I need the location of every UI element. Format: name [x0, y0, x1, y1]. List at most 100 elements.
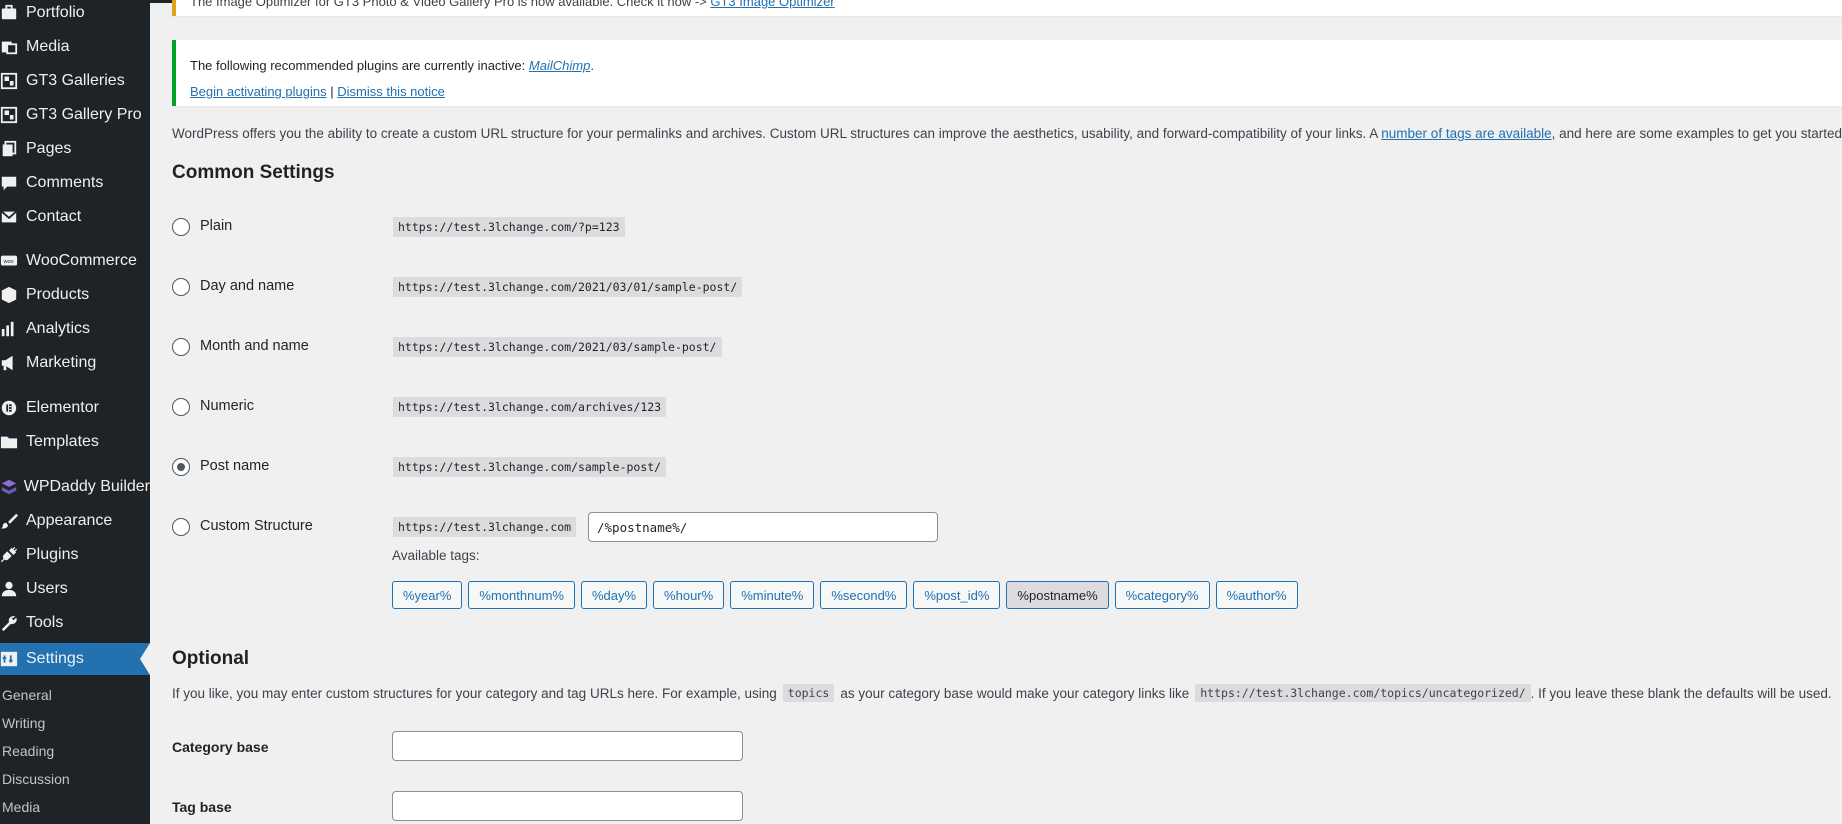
tag-monthnum[interactable]: %monthnum%	[468, 581, 575, 609]
numeric-label: Numeric	[200, 398, 254, 414]
optional-desc-after: . If you leave these blank the defaults …	[1530, 685, 1832, 701]
month-name-radio[interactable]	[172, 338, 190, 356]
sidebar-item-analytics[interactable]: Analytics	[0, 314, 150, 344]
begin-activating-link[interactable]: Begin activating plugins	[190, 84, 327, 99]
optional-desc-mid: as your category base would make your ca…	[840, 685, 1190, 701]
sidebar-item-comments[interactable]: Comments	[0, 168, 150, 198]
permalink-option-custom[interactable]: Custom Structure	[172, 512, 313, 542]
tag-post-id[interactable]: %post_id%	[913, 581, 1001, 609]
plain-radio[interactable]	[172, 218, 190, 236]
media-icon	[0, 32, 26, 62]
woo-icon: woo	[0, 246, 26, 276]
post-name-label: Post name	[200, 458, 270, 474]
sidebar-item-label: Settings	[26, 650, 84, 667]
optional-heading: Optional	[172, 648, 250, 669]
settings-icon	[0, 644, 26, 674]
sidebar-item-label: Plugins	[26, 546, 79, 563]
submenu-media[interactable]: Media	[0, 793, 152, 821]
permalink-option-day-name[interactable]: Day and name	[172, 272, 294, 302]
tag-hour[interactable]: %hour%	[653, 581, 725, 609]
portfolio-icon	[0, 0, 26, 28]
sidebar-item-label: Pages	[26, 140, 72, 157]
tag-postname[interactable]: %postname%	[1006, 581, 1109, 609]
sidebar-item-appearance[interactable]: Appearance	[0, 506, 150, 536]
inactive-notice-text: The following recommended plugins are cu…	[190, 58, 526, 73]
category-base-input[interactable]	[392, 731, 743, 761]
comments-icon	[0, 168, 26, 198]
topics-code: topics	[782, 684, 835, 702]
dismiss-notice-link[interactable]: Dismiss this notice	[337, 84, 445, 99]
sidebar-item-label: Comments	[26, 174, 104, 191]
sidebar-item-label: Tools	[26, 614, 64, 631]
optional-desc-text: If you like, you may enter custom struct…	[172, 685, 777, 701]
post-name-radio[interactable]	[172, 458, 190, 476]
sidebar-item-label: GT3 Galleries	[26, 72, 125, 89]
notice-separator: |	[330, 84, 334, 99]
sidebar-item-templates[interactable]: Templates	[0, 427, 150, 457]
sidebar-item-portfolio[interactable]: Portfolio	[0, 0, 150, 28]
optimizer-link[interactable]: GT3 Image Optimizer	[710, 0, 834, 9]
sidebar-item-users[interactable]: Users	[0, 574, 150, 604]
tag-minute[interactable]: %minute%	[730, 581, 815, 609]
sidebar-item-gt3-galleries[interactable]: GT3 Galleries	[0, 66, 150, 96]
inactive-plugins-notice: The following recommended plugins are cu…	[172, 40, 1842, 106]
intro-text-after: , and here are some examples to get you …	[1551, 126, 1842, 141]
optimizer-notice: The Image Optimizer for GT3 Photo & Vide…	[172, 0, 1842, 16]
available-tags-link[interactable]: number of tags are available	[1381, 126, 1551, 141]
sidebar-item-label: Elementor	[26, 399, 99, 416]
submenu-writing[interactable]: Writing	[0, 709, 152, 737]
optimizer-notice-text: The Image Optimizer for GT3 Photo & Vide…	[190, 0, 707, 9]
sidebar-item-woocommerce[interactable]: woo WooCommerce	[0, 246, 150, 276]
sidebar-item-label: GT3 Gallery Pro	[26, 106, 142, 123]
numeric-radio[interactable]	[172, 398, 190, 416]
category-base-label: Category base	[172, 739, 269, 755]
sidebar-item-pages[interactable]: Pages	[0, 134, 150, 164]
builder-icon	[0, 472, 24, 502]
permalinks-intro: WordPress offers you the ability to crea…	[172, 126, 1842, 141]
sidebar-item-label: Appearance	[26, 512, 113, 529]
sidebar-item-wpdaddy-builder[interactable]: WPDaddy Builder	[0, 472, 150, 502]
custom-base-url: https://test.3lchange.com	[393, 517, 577, 537]
sidebar-item-contact[interactable]: Contact	[0, 202, 150, 232]
available-tags-label: Available tags:	[392, 548, 480, 563]
sidebar-item-plugins[interactable]: Plugins	[0, 540, 150, 570]
elementor-icon	[0, 393, 26, 423]
sidebar-item-tools[interactable]: Tools	[0, 608, 150, 638]
folder-icon	[0, 427, 26, 457]
sidebar-item-settings[interactable]: Settings	[0, 643, 150, 675]
plug-icon	[0, 540, 26, 570]
tag-category[interactable]: %category%	[1114, 581, 1210, 609]
permalink-option-month-name[interactable]: Month and name	[172, 332, 309, 362]
tag-second[interactable]: %second%	[820, 581, 908, 609]
permalink-option-numeric[interactable]: Numeric	[172, 392, 254, 422]
sidebar-item-products[interactable]: Products	[0, 280, 150, 310]
sidebar-item-label: Media	[26, 38, 70, 55]
products-icon	[0, 280, 26, 310]
plain-label: Plain	[200, 218, 233, 234]
sidebar-item-media[interactable]: Media	[0, 32, 150, 62]
brush-icon	[0, 506, 26, 536]
sidebar-item-elementor[interactable]: Elementor	[0, 393, 150, 423]
tag-base-label: Tag base	[172, 799, 232, 815]
submenu-general[interactable]: General	[0, 681, 152, 709]
day-name-radio[interactable]	[172, 278, 190, 296]
active-menu-arrow	[140, 643, 150, 675]
sidebar-item-label: Templates	[26, 433, 99, 450]
mail-icon	[0, 202, 26, 232]
submenu-discussion[interactable]: Discussion	[0, 765, 152, 793]
tag-year[interactable]: %year%	[392, 581, 463, 609]
tag-base-input[interactable]	[392, 791, 743, 821]
permalink-option-post-name[interactable]: Post name	[172, 452, 269, 482]
custom-structure-input[interactable]: /%postname%/	[588, 512, 938, 542]
sidebar-item-marketing[interactable]: Marketing	[0, 348, 150, 378]
submenu-reading[interactable]: Reading	[0, 737, 152, 765]
users-icon	[0, 574, 26, 604]
custom-label: Custom Structure	[200, 518, 313, 534]
analytics-icon	[0, 314, 26, 344]
mailchimp-link[interactable]: MailChimp	[529, 58, 590, 73]
permalink-option-plain[interactable]: Plain	[172, 212, 232, 242]
custom-radio[interactable]	[172, 518, 190, 536]
tag-author[interactable]: %author%	[1215, 581, 1298, 609]
tag-day[interactable]: %day%	[580, 581, 648, 609]
sidebar-item-gt3-gallery-pro[interactable]: GT3 Gallery Pro	[0, 100, 150, 130]
